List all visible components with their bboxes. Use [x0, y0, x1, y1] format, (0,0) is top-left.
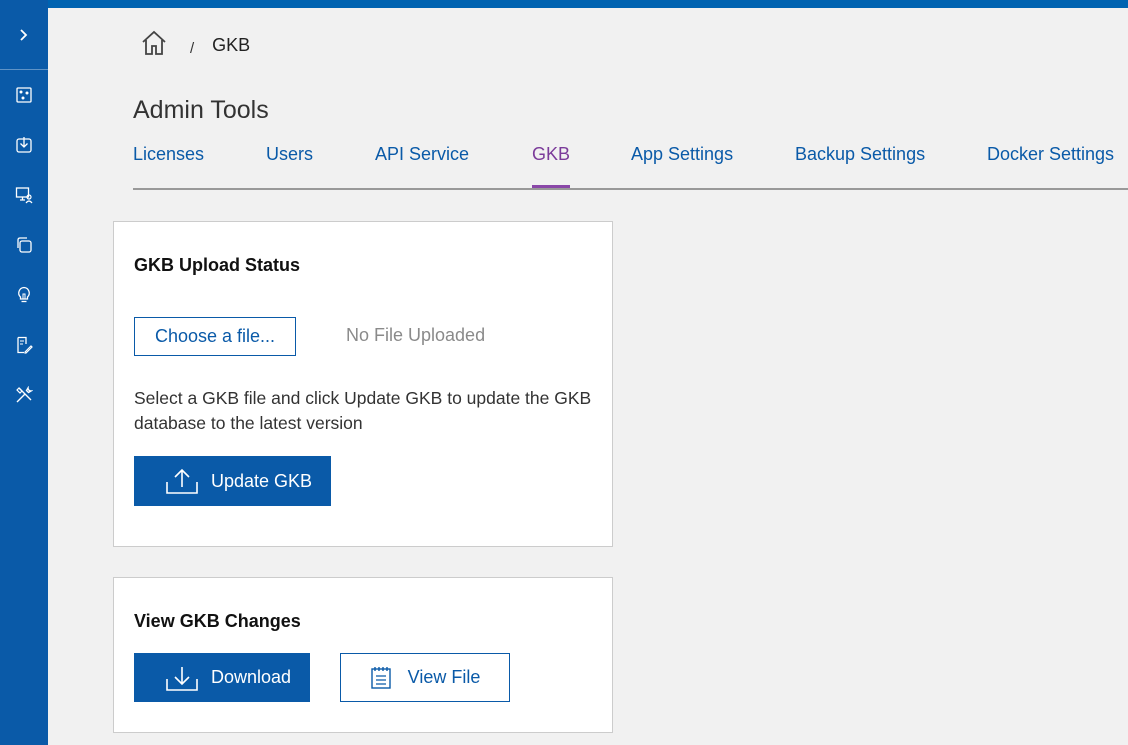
update-gkb-label: Update GKB — [211, 470, 313, 491]
gkb-changes-card: View GKB Changes Download View File — [113, 577, 613, 733]
sidebar — [0, 0, 48, 745]
sidebar-item-monitoring[interactable] — [0, 170, 48, 220]
upload-card-title: GKB Upload Status — [134, 255, 301, 275]
page-title: Admin Tools — [133, 96, 269, 124]
sidebar-item-admin-tools[interactable] — [0, 370, 48, 420]
home-icon[interactable] — [140, 30, 168, 61]
tab-bar: Licenses Users API Service GKB App Setti… — [133, 142, 1128, 190]
chevron-right-icon — [17, 28, 31, 42]
lightbulb-icon — [15, 286, 33, 304]
choose-file-button[interactable]: Choose a file... — [134, 317, 296, 356]
breadcrumb: / GKB — [140, 30, 250, 60]
monitor-users-icon — [15, 186, 33, 204]
tab-backup-settings[interactable]: Backup Settings — [795, 142, 925, 188]
breadcrumb-separator: / — [190, 39, 195, 57]
sidebar-item-downloads[interactable] — [0, 120, 48, 170]
document-edit-icon — [15, 336, 33, 354]
tab-docker-settings[interactable]: Docker Settings — [987, 142, 1114, 188]
tab-users[interactable]: Users — [266, 142, 313, 188]
upload-help-text: Select a GKB file and click Update GKB t… — [134, 388, 592, 433]
download-label: Download — [211, 667, 292, 687]
view-file-label: View File — [407, 667, 481, 687]
tab-licenses[interactable]: Licenses — [133, 142, 204, 188]
gkb-upload-card: GKB Upload Status Choose a file... No Fi… — [113, 221, 613, 547]
download-button[interactable]: Download — [134, 653, 310, 702]
tab-api-service[interactable]: API Service — [375, 142, 469, 188]
tools-icon — [15, 386, 33, 404]
download-tray-icon — [15, 136, 33, 154]
copy-stack-icon — [15, 236, 33, 254]
changes-card-title: View GKB Changes — [134, 611, 301, 631]
sidebar-item-copies[interactable] — [0, 220, 48, 270]
update-gkb-button[interactable]: Update GKB — [134, 456, 331, 506]
notepad-icon — [370, 666, 392, 690]
tab-gkb[interactable]: GKB — [532, 142, 571, 188]
upload-icon — [165, 467, 199, 495]
tab-app-settings[interactable]: App Settings — [631, 142, 733, 188]
download-icon — [165, 664, 199, 692]
dashboard-icon — [15, 86, 33, 104]
file-status-text: No File Uploaded — [346, 325, 486, 345]
view-file-button[interactable]: View File — [340, 653, 510, 702]
breadcrumb-current: GKB — [212, 34, 251, 55]
sidebar-toggle[interactable] — [0, 0, 48, 70]
sidebar-item-reports[interactable] — [0, 320, 48, 370]
sidebar-item-dashboard[interactable] — [0, 70, 48, 120]
top-accent-bar — [0, 0, 1128, 8]
sidebar-item-insights[interactable] — [0, 270, 48, 320]
